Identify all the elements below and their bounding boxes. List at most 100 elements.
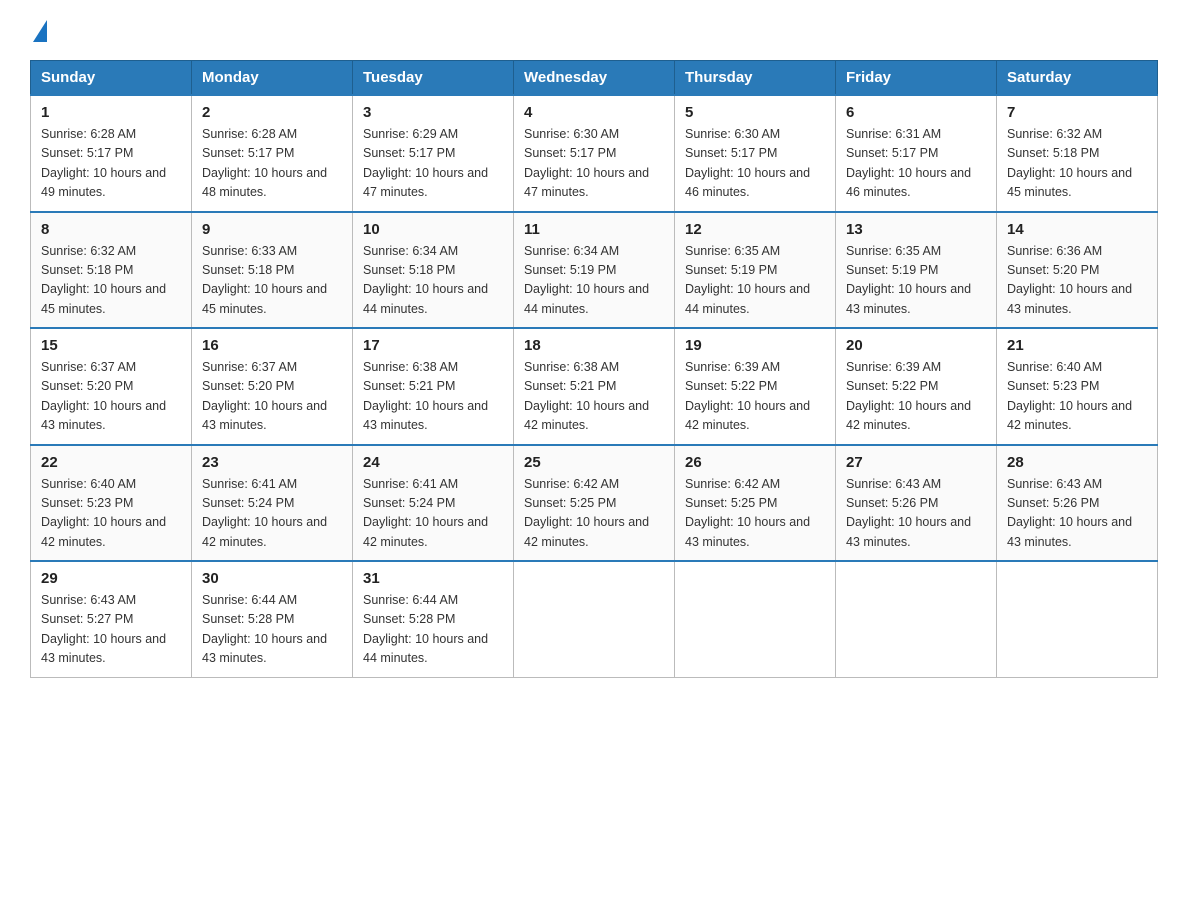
day-number: 29 <box>41 570 181 587</box>
calendar-cell: 21 Sunrise: 6:40 AMSunset: 5:23 PMDayligh… <box>997 328 1158 445</box>
day-info: Sunrise: 6:32 AMSunset: 5:18 PMDaylight:… <box>1007 125 1147 203</box>
calendar-cell: 11Sunrise: 6:34 AMSunset: 5:19 PMDayligh… <box>514 212 675 329</box>
calendar-cell: 27 Sunrise: 6:43 AMSunset: 5:26 PMDayligh… <box>836 445 997 562</box>
calendar-cell: 8 Sunrise: 6:32 AMSunset: 5:18 PMDaylight… <box>31 212 192 329</box>
day-number: 21 <box>1007 337 1147 354</box>
calendar-cell: 24Sunrise: 6:41 AMSunset: 5:24 PMDayligh… <box>353 445 514 562</box>
day-info: Sunrise: 6:33 AMSunset: 5:18 PMDaylight:… <box>202 242 342 320</box>
calendar-cell: 22Sunrise: 6:40 AMSunset: 5:23 PMDayligh… <box>31 445 192 562</box>
day-info: Sunrise: 6:30 AMSunset: 5:17 PMDaylight:… <box>524 125 664 203</box>
day-info: Sunrise: 6:39 AMSunset: 5:22 PMDaylight:… <box>846 358 986 436</box>
day-info: Sunrise: 6:37 AMSunset: 5:20 PMDaylight:… <box>202 358 342 436</box>
calendar-cell: 2Sunrise: 6:28 AMSunset: 5:17 PMDaylight… <box>192 95 353 212</box>
day-info: Sunrise: 6:35 AMSunset: 5:19 PMDaylight:… <box>846 242 986 320</box>
day-info: Sunrise: 6:38 AMSunset: 5:21 PMDaylight:… <box>363 358 503 436</box>
day-number: 27 <box>846 454 986 471</box>
day-number: 20 <box>846 337 986 354</box>
calendar-cell: 14 Sunrise: 6:36 AMSunset: 5:20 PMDayligh… <box>997 212 1158 329</box>
day-number: 3 <box>363 104 503 121</box>
calendar-cell: 28 Sunrise: 6:43 AMSunset: 5:26 PMDayligh… <box>997 445 1158 562</box>
day-info: Sunrise: 6:35 AMSunset: 5:19 PMDaylight:… <box>685 242 825 320</box>
day-number: 14 <box>1007 221 1147 238</box>
day-info: Sunrise: 6:39 AMSunset: 5:22 PMDaylight:… <box>685 358 825 436</box>
day-info: Sunrise: 6:44 AMSunset: 5:28 PMDaylight:… <box>363 591 503 669</box>
day-number: 9 <box>202 221 342 238</box>
calendar-cell: 9 Sunrise: 6:33 AMSunset: 5:18 PMDaylight… <box>192 212 353 329</box>
day-number: 10 <box>363 221 503 238</box>
calendar-cell: 13Sunrise: 6:35 AMSunset: 5:19 PMDayligh… <box>836 212 997 329</box>
day-number: 18 <box>524 337 664 354</box>
calendar-cell: 26 Sunrise: 6:42 AMSunset: 5:25 PMDayligh… <box>675 445 836 562</box>
week-row-4: 22Sunrise: 6:40 AMSunset: 5:23 PMDayligh… <box>31 445 1158 562</box>
day-info: Sunrise: 6:41 AMSunset: 5:24 PMDaylight:… <box>202 475 342 553</box>
calendar-cell <box>514 561 675 677</box>
day-number: 25 <box>524 454 664 471</box>
day-number: 6 <box>846 104 986 121</box>
day-info: Sunrise: 6:29 AMSunset: 5:17 PMDaylight:… <box>363 125 503 203</box>
weekday-header-sunday: Sunday <box>31 61 192 96</box>
week-row-5: 29 Sunrise: 6:43 AMSunset: 5:27 PMDayligh… <box>31 561 1158 677</box>
calendar-cell: 18 Sunrise: 6:38 AMSunset: 5:21 PMDayligh… <box>514 328 675 445</box>
calendar-cell: 7 Sunrise: 6:32 AMSunset: 5:18 PMDaylight… <box>997 95 1158 212</box>
day-number: 30 <box>202 570 342 587</box>
day-info: Sunrise: 6:38 AMSunset: 5:21 PMDaylight:… <box>524 358 664 436</box>
week-row-1: 1Sunrise: 6:28 AMSunset: 5:17 PMDaylight… <box>31 95 1158 212</box>
calendar-cell: 12 Sunrise: 6:35 AMSunset: 5:19 PMDayligh… <box>675 212 836 329</box>
calendar-cell: 17 Sunrise: 6:38 AMSunset: 5:21 PMDayligh… <box>353 328 514 445</box>
day-number: 22 <box>41 454 181 471</box>
calendar-cell: 15 Sunrise: 6:37 AMSunset: 5:20 PMDayligh… <box>31 328 192 445</box>
day-info: Sunrise: 6:42 AMSunset: 5:25 PMDaylight:… <box>524 475 664 553</box>
day-number: 2 <box>202 104 342 121</box>
day-info: Sunrise: 6:32 AMSunset: 5:18 PMDaylight:… <box>41 242 181 320</box>
calendar-cell: 25 Sunrise: 6:42 AMSunset: 5:25 PMDayligh… <box>514 445 675 562</box>
weekday-header-monday: Monday <box>192 61 353 96</box>
calendar-cell: 4 Sunrise: 6:30 AMSunset: 5:17 PMDaylight… <box>514 95 675 212</box>
calendar-cell: 6 Sunrise: 6:31 AMSunset: 5:17 PMDaylight… <box>836 95 997 212</box>
weekday-header-row: SundayMondayTuesdayWednesdayThursdayFrid… <box>31 61 1158 96</box>
calendar-cell: 23 Sunrise: 6:41 AMSunset: 5:24 PMDayligh… <box>192 445 353 562</box>
day-info: Sunrise: 6:43 AMSunset: 5:26 PMDaylight:… <box>846 475 986 553</box>
calendar-cell: 5Sunrise: 6:30 AMSunset: 5:17 PMDaylight… <box>675 95 836 212</box>
weekday-header-saturday: Saturday <box>997 61 1158 96</box>
day-info: Sunrise: 6:41 AMSunset: 5:24 PMDaylight:… <box>363 475 503 553</box>
day-info: Sunrise: 6:36 AMSunset: 5:20 PMDaylight:… <box>1007 242 1147 320</box>
calendar-cell <box>836 561 997 677</box>
calendar-cell: 1Sunrise: 6:28 AMSunset: 5:17 PMDaylight… <box>31 95 192 212</box>
day-info: Sunrise: 6:44 AMSunset: 5:28 PMDaylight:… <box>202 591 342 669</box>
week-row-2: 8 Sunrise: 6:32 AMSunset: 5:18 PMDaylight… <box>31 212 1158 329</box>
day-number: 1 <box>41 104 181 121</box>
day-number: 23 <box>202 454 342 471</box>
calendar-table: SundayMondayTuesdayWednesdayThursdayFrid… <box>30 60 1158 678</box>
calendar-cell: 10Sunrise: 6:34 AMSunset: 5:18 PMDayligh… <box>353 212 514 329</box>
day-number: 28 <box>1007 454 1147 471</box>
day-number: 17 <box>363 337 503 354</box>
day-number: 8 <box>41 221 181 238</box>
weekday-header-thursday: Thursday <box>675 61 836 96</box>
day-number: 16 <box>202 337 342 354</box>
day-info: Sunrise: 6:31 AMSunset: 5:17 PMDaylight:… <box>846 125 986 203</box>
day-info: Sunrise: 6:43 AMSunset: 5:27 PMDaylight:… <box>41 591 181 669</box>
day-info: Sunrise: 6:42 AMSunset: 5:25 PMDaylight:… <box>685 475 825 553</box>
calendar-cell: 29 Sunrise: 6:43 AMSunset: 5:27 PMDayligh… <box>31 561 192 677</box>
calendar-cell <box>997 561 1158 677</box>
page-header <box>30 20 1158 42</box>
weekday-header-wednesday: Wednesday <box>514 61 675 96</box>
calendar-cell <box>675 561 836 677</box>
day-info: Sunrise: 6:37 AMSunset: 5:20 PMDaylight:… <box>41 358 181 436</box>
day-info: Sunrise: 6:43 AMSunset: 5:26 PMDaylight:… <box>1007 475 1147 553</box>
day-info: Sunrise: 6:30 AMSunset: 5:17 PMDaylight:… <box>685 125 825 203</box>
day-number: 12 <box>685 221 825 238</box>
week-row-3: 15 Sunrise: 6:37 AMSunset: 5:20 PMDayligh… <box>31 328 1158 445</box>
logo-triangle-icon <box>33 20 47 42</box>
day-number: 7 <box>1007 104 1147 121</box>
logo <box>30 20 47 42</box>
day-number: 15 <box>41 337 181 354</box>
calendar-cell: 31Sunrise: 6:44 AMSunset: 5:28 PMDayligh… <box>353 561 514 677</box>
day-number: 11 <box>524 221 664 238</box>
calendar-cell: 16 Sunrise: 6:37 AMSunset: 5:20 PMDayligh… <box>192 328 353 445</box>
day-number: 4 <box>524 104 664 121</box>
calendar-cell: 19Sunrise: 6:39 AMSunset: 5:22 PMDayligh… <box>675 328 836 445</box>
day-number: 26 <box>685 454 825 471</box>
day-info: Sunrise: 6:40 AMSunset: 5:23 PMDaylight:… <box>1007 358 1147 436</box>
calendar-cell: 3 Sunrise: 6:29 AMSunset: 5:17 PMDaylight… <box>353 95 514 212</box>
